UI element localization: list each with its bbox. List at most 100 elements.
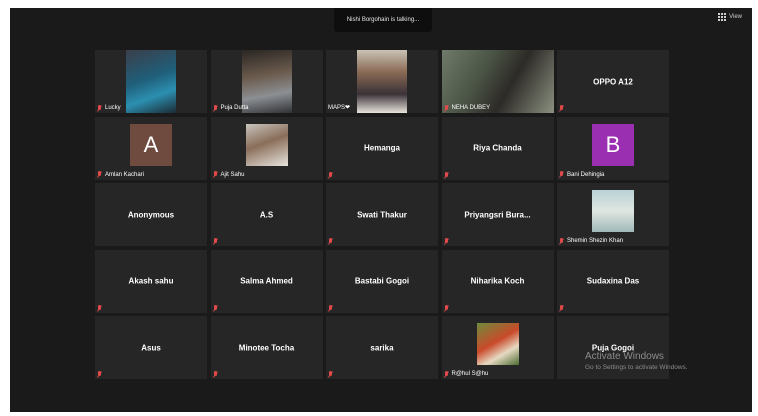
mic-muted-icon [213, 371, 218, 378]
participant-label: MAPS❤ [328, 104, 350, 112]
participant-name: MAPS❤ [328, 105, 351, 111]
participant-tile[interactable]: Lucky [95, 50, 207, 113]
mic-muted-icon [444, 171, 449, 179]
participant-label: NEHA DUBEY [444, 104, 490, 112]
mic-muted-icon [213, 238, 218, 245]
mic-muted-icon [444, 370, 449, 378]
participant-status [213, 371, 218, 378]
participant-status [328, 171, 333, 179]
mic-muted-icon [328, 304, 333, 312]
participant-tile[interactable]: Anonymous [95, 183, 207, 246]
active-speaker-banner: Nishi Borgohain is talking... [334, 8, 432, 32]
mic-muted-icon [328, 371, 333, 378]
participant-name: Bastabi Gogoi [354, 276, 410, 286]
mic-muted-icon [97, 304, 102, 312]
mic-muted-icon [559, 105, 564, 112]
participant-label: Ajit Sahu [213, 171, 245, 179]
participant-video [357, 50, 407, 113]
participant-tile[interactable]: A Amlan Kachari [95, 116, 207, 180]
participant-tile[interactable]: Riya Chanda [441, 116, 554, 180]
participant-tile[interactable]: Salma Ahmed [210, 249, 323, 313]
mic-muted-icon [97, 371, 102, 378]
participant-status [97, 304, 102, 312]
participant-tile[interactable]: Bastabi Gogoi [326, 249, 438, 313]
participant-name: Niharika Koch [470, 276, 525, 286]
participant-label: Bani Dehingia [559, 171, 604, 179]
participant-name: Sudaxina Das [586, 276, 640, 286]
participant-tile[interactable]: Ajit Sahu [210, 116, 323, 180]
participant-name: Asus [141, 343, 161, 352]
participant-tile[interactable]: Sudaxina Das [557, 249, 669, 313]
participant-status [97, 371, 102, 378]
participant-tile[interactable]: Minotee Tocha [210, 316, 323, 379]
mic-muted-icon [559, 237, 564, 245]
participant-tile[interactable]: Niharika Koch [441, 249, 554, 313]
view-button[interactable]: View [718, 13, 742, 21]
participant-label: Shemin Shezin Khan [559, 237, 623, 245]
mic-muted-icon [213, 104, 218, 112]
mic-muted-icon [97, 171, 102, 178]
mic-muted-icon [444, 104, 449, 112]
mic-muted-icon [328, 171, 333, 179]
participant-tile[interactable]: A.S [210, 183, 323, 246]
participant-video [241, 50, 292, 113]
participant-tile[interactable]: Swati Thakur [326, 183, 438, 246]
participant-tile[interactable]: Priyangsri Bura... [441, 183, 554, 246]
participant-name: Ajit Sahu [220, 171, 245, 178]
participant-tile[interactable]: OPPO A12 [557, 50, 669, 113]
participant-tile[interactable]: Shemin Shezin Khan [557, 183, 669, 246]
participant-name: OPPO A12 [593, 77, 633, 86]
watermark-subtitle: Go to Settings to activate Windows. [585, 364, 688, 371]
participant-status [328, 371, 333, 378]
participant-tile[interactable]: Akash sahu [95, 249, 207, 313]
participant-status [559, 304, 564, 312]
participant-video [126, 50, 176, 113]
participant-status [328, 304, 333, 312]
participant-name: Riya Chanda [473, 143, 522, 153]
windows-activation-watermark: Activate Windows Go to Settings to activ… [585, 351, 688, 372]
participant-profile-picture [476, 323, 519, 365]
participant-tile[interactable]: MAPS❤ [326, 50, 438, 113]
participant-tile[interactable]: Puja Dutta [210, 50, 323, 113]
participant-tile[interactable]: Asus [95, 316, 207, 379]
participant-status [213, 304, 218, 312]
mic-muted-icon [213, 171, 218, 178]
participant-name: Puja Dutta [220, 105, 249, 111]
participant-status [213, 238, 218, 245]
participant-tile[interactable]: sarika [326, 316, 438, 379]
participant-name: sarika [370, 343, 394, 352]
gallery-grid-icon [718, 13, 727, 21]
participant-status [444, 238, 449, 245]
participant-name: Akash sahu [128, 276, 174, 286]
mic-muted-icon [328, 238, 333, 245]
participant-name: Shemin Shezin Khan [567, 238, 624, 244]
mic-muted-icon [559, 304, 564, 312]
participant-name: R@hul S@hu [451, 371, 489, 377]
participant-status [444, 304, 449, 312]
participant-tile[interactable]: B Bani Dehingia [557, 116, 669, 180]
participant-tile[interactable]: Hemanga [326, 116, 438, 180]
gallery-grid: Lucky Puja Dutta MAPS❤ NEHA DUBEY OPPO A12 A A… [95, 50, 669, 379]
participant-tile[interactable]: R@hul S@hu [441, 316, 554, 379]
participant-name: Swati Thakur [357, 210, 407, 219]
participant-name: Amlan Kachari [105, 171, 145, 178]
watermark-title: Activate Windows [585, 351, 664, 362]
participant-label: Puja Dutta [213, 104, 249, 112]
participant-label: R@hul S@hu [444, 370, 489, 378]
participant-name: Lucky [105, 105, 121, 111]
participant-name: Minotee Tocha [238, 343, 295, 352]
mic-muted-icon [97, 104, 102, 112]
participant-status [328, 238, 333, 245]
participant-profile-picture [245, 123, 288, 166]
participant-label: Lucky [97, 104, 121, 112]
mic-muted-icon [213, 304, 218, 312]
participant-tile[interactable]: NEHA DUBEY [441, 50, 554, 113]
participant-avatar: B [592, 123, 634, 166]
mic-muted-icon [559, 171, 564, 178]
participant-status [559, 105, 564, 112]
view-button-label: View [729, 14, 742, 20]
participant-name: Hemanga [363, 143, 400, 153]
participant-name: A.S [259, 210, 274, 219]
participant-label: Amlan Kachari [97, 171, 144, 179]
mic-muted-icon [444, 238, 449, 245]
